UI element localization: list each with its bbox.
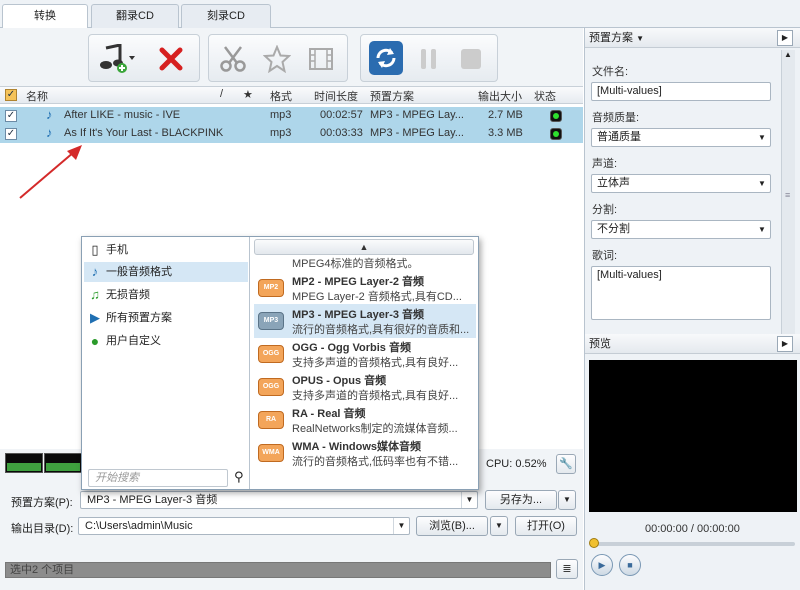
category-label: 手机 — [106, 244, 128, 256]
category-phone[interactable]: ▯ 手机 — [84, 240, 248, 260]
category-label: 用户自定义 — [106, 335, 161, 347]
format-item-ra[interactable]: RA RA - Real 音频 RealNetworks制定的流媒体音频... — [254, 403, 476, 437]
quality-select[interactable]: 普通质量 ▼ — [591, 128, 771, 147]
format-desc: MPEG4标准的音频格式。 — [292, 258, 419, 270]
preset-panel-header[interactable]: 预置方案 ▼ ▶ — [585, 28, 800, 48]
opus-icon: OGG — [258, 378, 284, 396]
ra-icon: RA — [258, 411, 284, 429]
format-name: OPUS - Opus 音频 — [292, 375, 387, 387]
status-bar: 选中2 个项目 — [5, 562, 551, 578]
panel-nav-icon[interactable]: ▶ — [777, 30, 793, 46]
quality-value: 普通质量 — [597, 131, 641, 143]
format-item-ogg[interactable]: OGG OGG - Ogg Vorbis 音频 支持多声道的音频格式,具有良好.… — [254, 337, 476, 371]
wrench-icon[interactable]: 🔧 — [556, 454, 576, 474]
cpu-usage: CPU: 0.52% — [486, 458, 547, 470]
preset-panel-title: 预置方案 — [589, 32, 633, 44]
save-as-button[interactable]: 另存为... — [485, 490, 557, 510]
format-name: WMA - Windows媒体音频 — [292, 441, 422, 453]
mp3-icon: MP3 — [258, 312, 284, 330]
format-name: RA - Real 音频 — [292, 408, 366, 420]
stop-icon[interactable]: ■ — [619, 554, 641, 576]
list-view-icon[interactable]: ≣ — [556, 559, 578, 579]
category-all-presets[interactable]: ▶ 所有预置方案 — [84, 308, 248, 328]
filename-label: 文件名: — [592, 66, 629, 78]
mp2-icon: MP2 — [258, 279, 284, 297]
chevron-down-icon: ▼ — [758, 225, 766, 234]
preview-area — [589, 360, 797, 512]
category-label: 一般音频格式 — [106, 266, 172, 278]
browse-button[interactable]: 浏览(B)... — [416, 516, 488, 536]
scroll-up-icon[interactable]: ▲ — [784, 50, 792, 59]
chevron-down-icon: ▼ — [636, 34, 644, 43]
split-value: 不分割 — [597, 223, 630, 235]
seek-bar[interactable] — [591, 542, 795, 546]
filename-input[interactable]: [Multi-values] — [591, 82, 771, 101]
level-meter-right — [44, 453, 82, 473]
chevron-down-icon: ▼ — [461, 492, 477, 508]
ogg-icon: OGG — [258, 345, 284, 363]
chevron-down-icon: ▼ — [758, 179, 766, 188]
lyrics-label: 歌词: — [592, 250, 618, 262]
preset-value: MP3 - MPEG Layer-3 音频 — [87, 494, 218, 506]
format-list: ▲ MPEG4标准的音频格式。 MP2 MP2 - MPEG Layer-2 音… — [252, 237, 478, 489]
channel-value: 立体声 — [597, 177, 630, 189]
search-icon[interactable]: ⚲ — [234, 469, 244, 485]
music-note-icon: ♫ — [90, 287, 100, 302]
format-desc: 支持多声道的音频格式,具有良好... — [292, 357, 459, 369]
format-desc: MPEG Layer-2 音频格式,具有CD... — [292, 291, 462, 303]
format-name: OGG - Ogg Vorbis 音频 — [292, 342, 411, 354]
timecode: 00:00:00 / 00:00:00 — [645, 523, 740, 535]
chevron-down-icon: ▼ — [758, 133, 766, 142]
format-desc: 流行的音频格式,低码率也有不错... — [292, 456, 459, 468]
category-user-defined[interactable]: ● 用户自定义 — [84, 331, 248, 351]
format-popup: ▯ 手机 ♪ 一般音频格式 ♫ 无损音频 ▶ 所有预置方案 ● 用户自定义 开始… — [81, 236, 479, 490]
quality-label: 音频质量: — [592, 112, 640, 124]
split-label: 分割: — [592, 204, 618, 216]
level-meter-left — [5, 453, 43, 473]
category-label: 所有预置方案 — [106, 312, 172, 324]
scroll-up-button[interactable]: ▲ — [254, 239, 474, 255]
search-input[interactable]: 开始搜索 — [88, 469, 228, 487]
format-name: MP2 - MPEG Layer-2 音频 — [292, 276, 425, 288]
preview-header: 预览 ▶ — [585, 334, 800, 354]
seek-handle[interactable] — [589, 538, 599, 548]
panel-nav-icon[interactable]: ▶ — [777, 336, 793, 352]
lyrics-textarea[interactable]: [Multi-values] — [591, 266, 771, 320]
format-name: MP3 - MPEG Layer-3 音频 — [292, 309, 425, 321]
play-icon: ▶ — [90, 310, 100, 325]
channel-select[interactable]: 立体声 ▼ — [591, 174, 771, 193]
open-button[interactable]: 打开(O) — [515, 516, 577, 536]
preset-settings-panel: 预置方案 ▼ ▶ ▲ ≡ ▼ 文件名: [Multi-values] 音频质量:… — [584, 28, 800, 590]
preview-title: 预览 — [589, 338, 611, 350]
format-item-mp3[interactable]: MP3 MP3 - MPEG Layer-3 音频 流行的音频格式,具有很好的音… — [254, 304, 476, 338]
output-dir-label: 输出目录(D): — [11, 523, 74, 535]
category-general-audio[interactable]: ♪ 一般音频格式 — [84, 262, 248, 282]
format-desc: 支持多声道的音频格式,具有良好... — [292, 390, 459, 402]
green-dot-icon: ● — [90, 333, 100, 349]
chevron-down-icon: ▼ — [393, 518, 409, 534]
play-icon[interactable]: ▶ — [591, 554, 613, 576]
category-list: ▯ 手机 ♪ 一般音频格式 ♫ 无损音频 ▶ 所有预置方案 ● 用户自定义 开始… — [82, 237, 250, 489]
wma-icon: WMA — [258, 444, 284, 462]
format-item-wma[interactable]: WMA WMA - Windows媒体音频 流行的音频格式,低码率也有不错... — [254, 436, 476, 470]
format-item[interactable]: MPEG4标准的音频格式。 — [254, 257, 476, 271]
output-dir-value: C:\Users\admin\Music — [85, 520, 193, 532]
phone-icon: ▯ — [91, 242, 99, 257]
category-lossless[interactable]: ♫ 无损音频 — [84, 285, 248, 305]
output-dir-select[interactable]: C:\Users\admin\Music ▼ — [78, 517, 410, 535]
format-desc: 流行的音频格式,具有很好的音质和... — [292, 324, 470, 336]
save-as-dropdown-icon[interactable]: ▼ — [558, 490, 576, 510]
channel-label: 声道: — [592, 158, 618, 170]
browse-dropdown-icon[interactable]: ▼ — [490, 516, 508, 536]
format-item-opus[interactable]: OGG OPUS - Opus 音频 支持多声道的音频格式,具有良好... — [254, 370, 476, 404]
format-desc: RealNetworks制定的流媒体音频... — [292, 423, 458, 435]
music-note-icon: ♪ — [91, 264, 99, 279]
settings-scrollbar[interactable]: ▲ ≡ ▼ — [781, 50, 795, 344]
split-select[interactable]: 不分割 ▼ — [591, 220, 771, 239]
scroll-grip-icon[interactable]: ≡ — [785, 190, 790, 200]
preset-select[interactable]: MP3 - MPEG Layer-3 音频 ▼ — [80, 491, 478, 509]
format-item-mp2[interactable]: MP2 MP2 - MPEG Layer-2 音频 MPEG Layer-2 音… — [254, 271, 476, 305]
preset-label: 预置方案(P): — [11, 497, 73, 509]
category-label: 无损音频 — [106, 289, 150, 301]
